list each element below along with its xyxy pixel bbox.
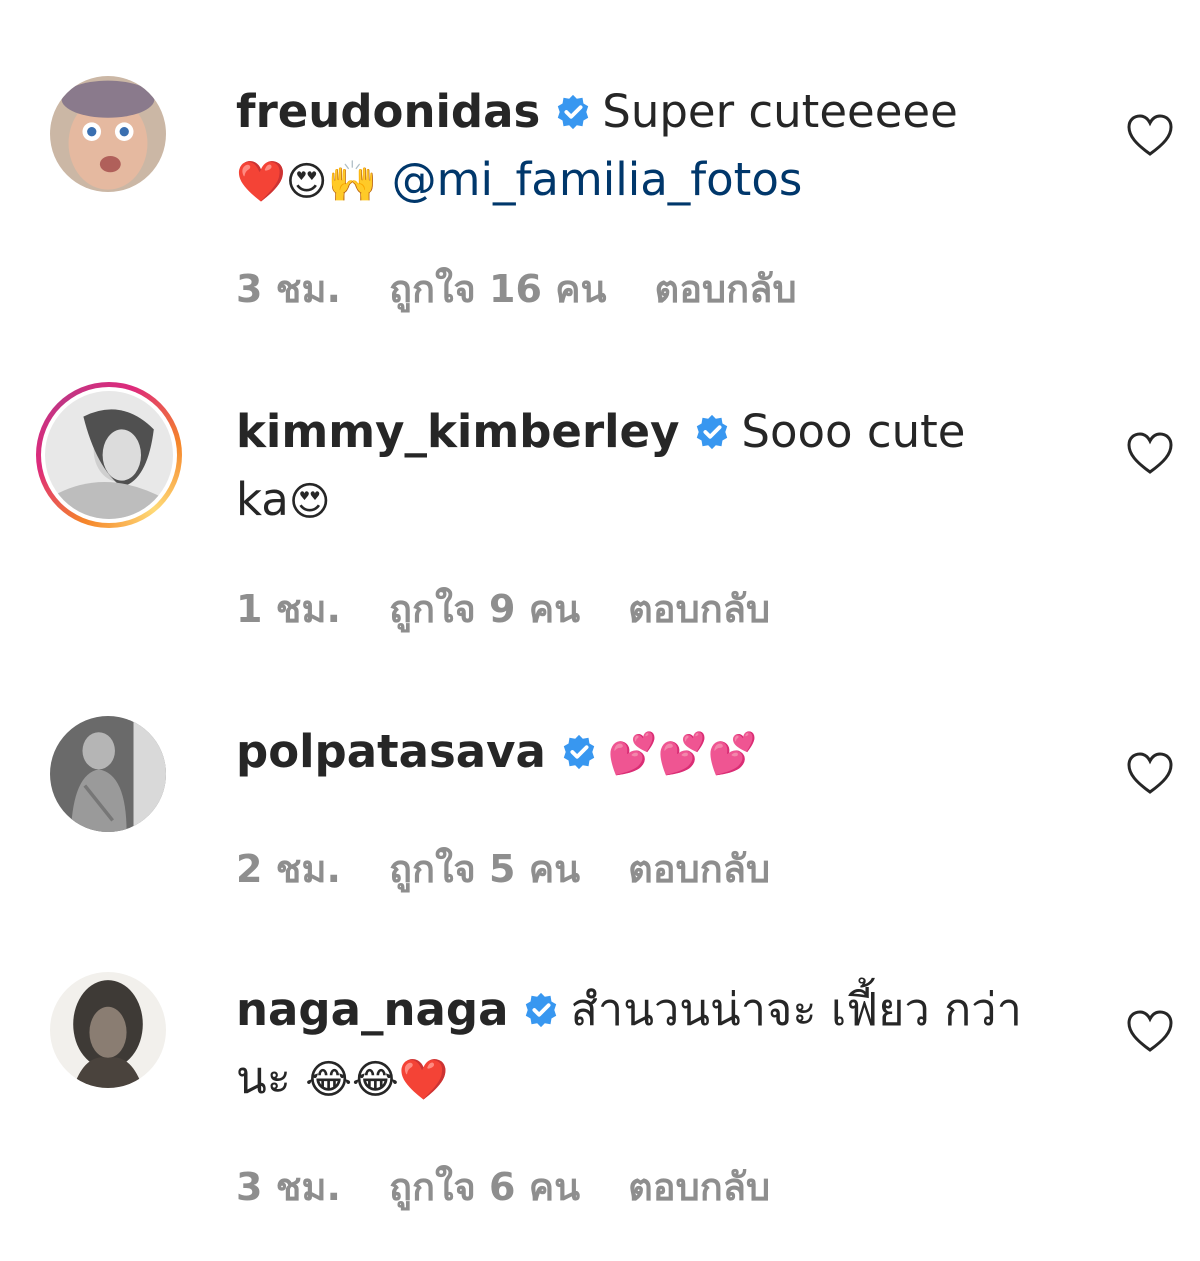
avatar	[45, 391, 173, 519]
comment-likes-count[interactable]: ถูกใจ 5 คน	[389, 847, 580, 891]
comment-username[interactable]: polpatasava	[236, 725, 546, 778]
comment-emojis: 😂😂❤️	[305, 1057, 449, 1103]
reply-button[interactable]: ตอบกลับ	[628, 1165, 770, 1209]
verified-badge-icon	[554, 82, 592, 130]
verified-badge-icon	[560, 722, 598, 770]
comment-mention-link[interactable]: @mi_familia_fotos	[392, 153, 803, 206]
reply-button[interactable]: ตอบกลับ	[628, 847, 770, 891]
comment-text-continued: ka	[236, 473, 289, 526]
comment-text: สำนวนน่าจะ เฟี้ยว กว่า	[570, 983, 1022, 1036]
avatar[interactable]	[50, 76, 166, 192]
heart-outline-icon	[1127, 752, 1173, 794]
story-ring[interactable]	[36, 382, 182, 528]
comment-meta: 1 ชม. ถูกใจ 9 คน ตอบกลับ	[236, 578, 818, 639]
avatar-photo	[50, 716, 166, 832]
comment-emojis: 💕💕💕	[607, 731, 758, 777]
comment-time: 2 ชม.	[236, 847, 341, 891]
comment-username[interactable]: freudonidas	[236, 85, 540, 138]
comment-emojis: 😍	[288, 479, 331, 525]
reply-button[interactable]: ตอบกลับ	[628, 587, 770, 631]
heart-outline-icon	[1127, 432, 1173, 474]
avatar[interactable]	[50, 972, 166, 1088]
comment-text: Super cuteeeee	[602, 85, 958, 138]
comment-username[interactable]: kimmy_kimberley	[236, 405, 679, 458]
comment-meta: 3 ชม. ถูกใจ 6 คน ตอบกลับ	[236, 1156, 818, 1217]
like-button[interactable]	[1126, 114, 1174, 158]
comment-list: freudonidas Super cuteeeee ❤️😍🙌 @mi_famil…	[0, 0, 1200, 1261]
heart-outline-icon	[1127, 1010, 1173, 1052]
heart-outline-icon	[1127, 114, 1173, 156]
reply-button[interactable]: ตอบกลับ	[655, 267, 797, 311]
comment-time: 3 ชม.	[236, 1165, 341, 1209]
comment-meta: 2 ชม. ถูกใจ 5 คน ตอบกลับ	[236, 838, 818, 899]
like-button[interactable]	[1126, 752, 1174, 796]
verified-badge-icon	[522, 980, 560, 1028]
comment-likes-count[interactable]: ถูกใจ 6 คน	[389, 1165, 580, 1209]
like-button[interactable]	[1126, 1010, 1174, 1054]
avatar-photo	[45, 391, 173, 519]
like-button[interactable]	[1126, 432, 1174, 476]
comment-text-continued: นะ	[236, 1051, 291, 1104]
comment-text: Sooo cute	[741, 405, 966, 458]
avatar-photo	[50, 76, 166, 192]
verified-badge-icon	[693, 402, 731, 450]
comment-username[interactable]: naga_naga	[236, 983, 508, 1036]
comment-meta: 3 ชม. ถูกใจ 16 คน ตอบกลับ	[236, 258, 845, 319]
avatar[interactable]	[50, 716, 166, 832]
comment-likes-count[interactable]: ถูกใจ 9 คน	[389, 587, 580, 631]
comment-emojis: ❤️😍🙌	[236, 159, 378, 205]
comment-time: 1 ชม.	[236, 587, 341, 631]
avatar-photo	[50, 972, 166, 1088]
comment-likes-count[interactable]: ถูกใจ 16 คน	[389, 267, 607, 311]
comment-time: 3 ชม.	[236, 267, 341, 311]
